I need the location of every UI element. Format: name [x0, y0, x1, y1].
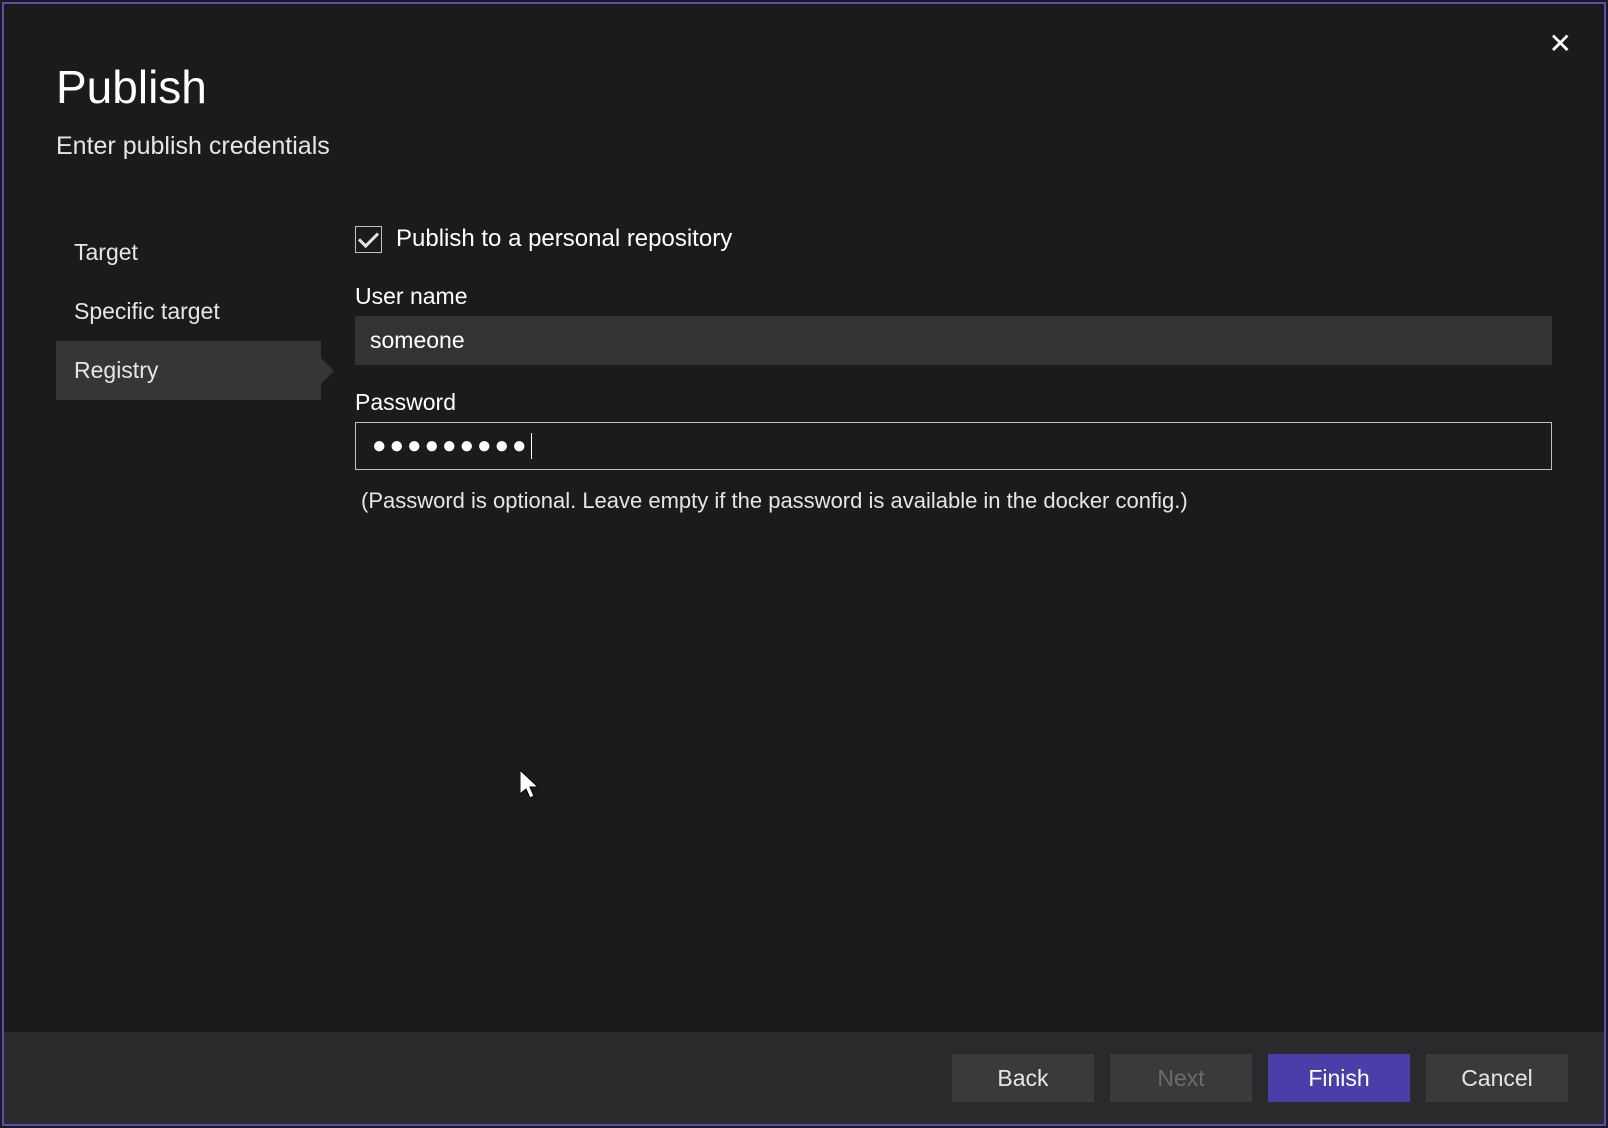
username-label: User name: [355, 283, 1552, 310]
dialog-content: Target Specific target Registry Publish …: [4, 179, 1604, 1032]
password-mask: ●●●●●●●●●: [372, 432, 529, 460]
password-label: Password: [355, 389, 1552, 416]
personal-repo-checkbox[interactable]: [355, 226, 382, 253]
personal-repo-label: Publish to a personal repository: [396, 225, 732, 253]
finish-button[interactable]: Finish: [1268, 1054, 1410, 1102]
text-caret: [531, 433, 532, 459]
publish-dialog: ✕ Publish Enter publish credentials Targ…: [2, 2, 1606, 1126]
dialog-header: Publish Enter publish credentials: [4, 4, 1604, 179]
username-input[interactable]: [355, 316, 1552, 365]
password-hint: (Password is optional. Leave empty if th…: [361, 488, 1552, 514]
dialog-footer: Back Next Finish Cancel: [4, 1032, 1604, 1124]
sidebar-item-label: Registry: [74, 357, 158, 383]
close-icon: ✕: [1549, 28, 1572, 59]
dialog-title: Publish: [56, 60, 1552, 114]
sidebar-item-label: Target: [74, 239, 138, 265]
credentials-form: Publish to a personal repository User na…: [321, 223, 1552, 1032]
next-button: Next: [1110, 1054, 1252, 1102]
close-button[interactable]: ✕: [1549, 30, 1572, 58]
cancel-button[interactable]: Cancel: [1426, 1054, 1568, 1102]
sidebar-item-specific-target[interactable]: Specific target: [56, 282, 321, 341]
personal-repo-row: Publish to a personal repository: [355, 225, 1552, 253]
dialog-subtitle: Enter publish credentials: [56, 132, 1552, 161]
sidebar-item-target[interactable]: Target: [56, 223, 321, 282]
sidebar-item-registry[interactable]: Registry: [56, 341, 321, 400]
back-button[interactable]: Back: [952, 1054, 1094, 1102]
wizard-sidebar: Target Specific target Registry: [56, 223, 321, 1032]
sidebar-item-label: Specific target: [74, 298, 220, 324]
password-input[interactable]: ●●●●●●●●●: [355, 422, 1552, 470]
